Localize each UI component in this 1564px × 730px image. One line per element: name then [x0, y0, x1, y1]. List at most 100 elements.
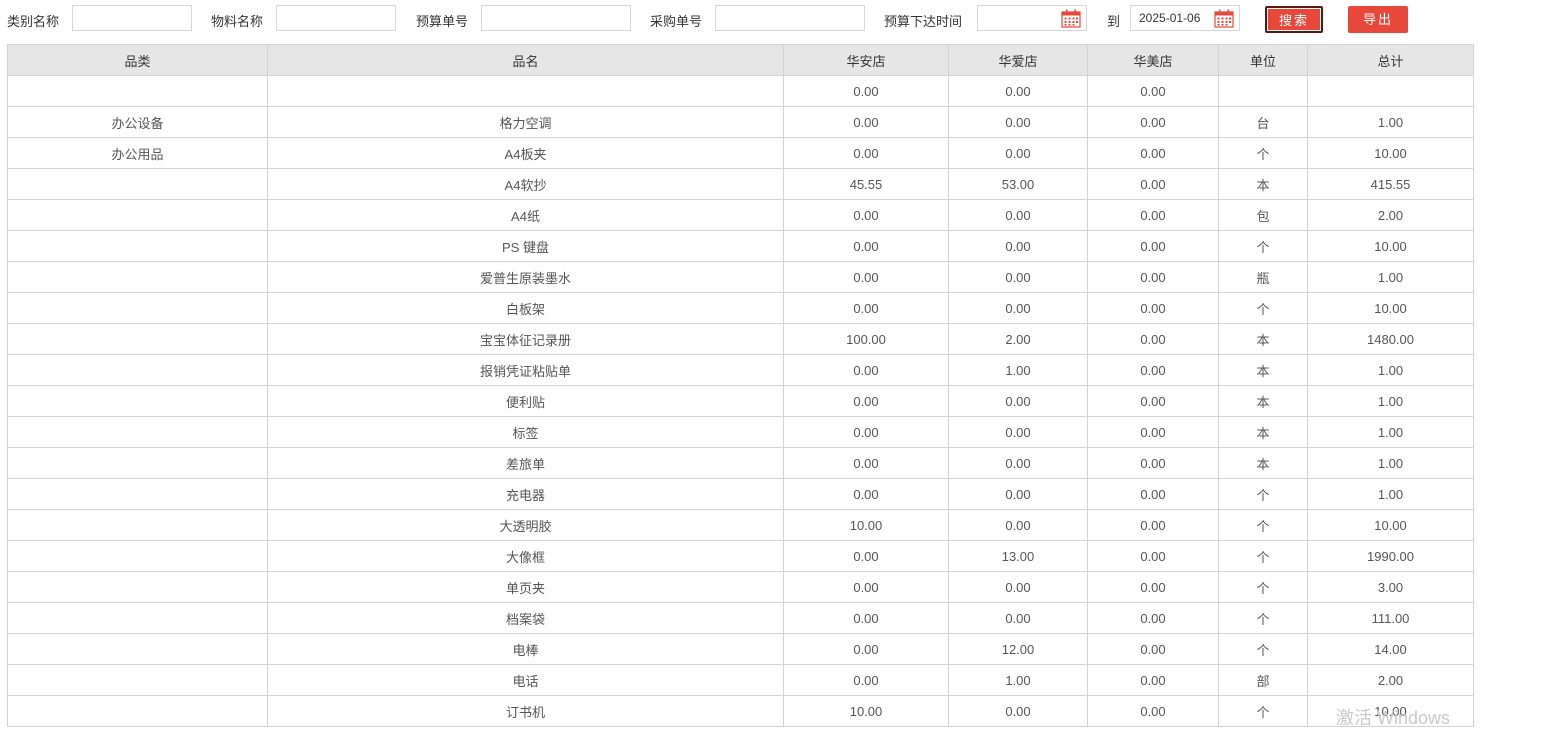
cell-item-name: 大像框	[267, 540, 784, 572]
cell-unit: 本	[1218, 385, 1308, 417]
cell-store-huamei: 0.00	[1087, 509, 1219, 541]
cell-item-name: 宝宝体征记录册	[267, 323, 784, 355]
table-header-row: 品类 品名 华安店 华爱店 华美店 单位 总计	[7, 44, 1474, 76]
cell-item-name: 差旅单	[267, 447, 784, 479]
cell-store-huamei: 0.00	[1087, 478, 1219, 510]
cell-category	[7, 633, 268, 665]
cell-item-name: 报销凭证粘贴单	[267, 354, 784, 386]
cell-total: 1480.00	[1307, 323, 1474, 355]
cell-unit: 个	[1218, 602, 1308, 634]
cell-store-huaan: 0.00	[783, 602, 949, 634]
category-input[interactable]	[72, 5, 192, 31]
budget-time-label: 预算下达时间	[884, 14, 963, 29]
header-store-huaan[interactable]: 华安店	[783, 44, 949, 76]
search-button[interactable]: 搜索	[1265, 6, 1323, 33]
cell-store-huaan: 100.00	[783, 323, 949, 355]
cell-unit: 个	[1218, 695, 1308, 727]
cell-total: 1.00	[1307, 416, 1474, 448]
budget-no-label: 预算单号	[416, 14, 469, 29]
cell-store-huaai: 0.00	[948, 571, 1088, 603]
cell-store-huamei: 0.00	[1087, 230, 1219, 262]
table-row: A4软抄 45.55 53.00 0.00 本 415.55	[7, 168, 1474, 200]
cell-category: 办公用品	[7, 137, 268, 169]
cell-category	[7, 571, 268, 603]
cell-category: 办公设备	[7, 106, 268, 138]
cell-unit: 瓶	[1218, 261, 1308, 293]
table-row: 电话 0.00 1.00 0.00 部 2.00	[7, 664, 1474, 696]
cell-total: 1.00	[1307, 106, 1474, 138]
cell-total: 1990.00	[1307, 540, 1474, 572]
header-unit[interactable]: 单位	[1218, 44, 1308, 76]
material-label: 物料名称	[211, 14, 264, 29]
budget-no-input[interactable]	[481, 5, 631, 31]
cell-store-huaai: 0.00	[948, 230, 1088, 262]
summary-table: 品类 品名 华安店 华爱店 华美店 单位 总计 0.00 0.00 0.00 办公设备…	[7, 44, 1474, 727]
cell-store-huamei: 0.00	[1087, 354, 1219, 386]
cell-store-huaan: 0.00	[783, 571, 949, 603]
calendar-icon[interactable]	[1061, 9, 1081, 28]
cell-category	[7, 354, 268, 386]
cell-unit: 个	[1218, 478, 1308, 510]
cell-store-huaan: 0.00	[783, 385, 949, 417]
cell-store-huaai: 0.00	[948, 385, 1088, 417]
calendar-icon[interactable]	[1214, 9, 1234, 28]
cell-store-huaan: 0.00	[783, 478, 949, 510]
header-store-huaai[interactable]: 华爱店	[948, 44, 1088, 76]
cell-item-name: 格力空调	[267, 106, 784, 138]
cell-item-name: 档案袋	[267, 602, 784, 634]
cell-item-name: 便利贴	[267, 385, 784, 417]
cell-item-name: 充电器	[267, 478, 784, 510]
cell-category	[7, 478, 268, 510]
cell-unit	[1218, 75, 1308, 107]
cell-store-huaai: 0.00	[948, 416, 1088, 448]
header-store-huamei[interactable]: 华美店	[1087, 44, 1219, 76]
table-row: 便利贴 0.00 0.00 0.00 本 1.00	[7, 385, 1474, 417]
cell-category	[7, 540, 268, 572]
cell-store-huamei: 0.00	[1087, 447, 1219, 479]
cell-store-huaai: 53.00	[948, 168, 1088, 200]
table-row: 0.00 0.00 0.00	[7, 75, 1474, 107]
category-label: 类别名称	[7, 14, 60, 29]
cell-total: 1.00	[1307, 354, 1474, 386]
purchase-no-input[interactable]	[715, 5, 865, 31]
cell-unit: 部	[1218, 664, 1308, 696]
cell-unit: 个	[1218, 230, 1308, 262]
to-label: 到	[1107, 14, 1121, 29]
cell-unit: 本	[1218, 416, 1308, 448]
cell-item-name: 标签	[267, 416, 784, 448]
cell-store-huamei: 0.00	[1087, 416, 1219, 448]
cell-store-huaai: 12.00	[948, 633, 1088, 665]
cell-store-huamei: 0.00	[1087, 385, 1219, 417]
table-row: A4纸 0.00 0.00 0.00 包 2.00	[7, 199, 1474, 231]
cell-item-name: 订书机	[267, 695, 784, 727]
cell-total: 111.00	[1307, 602, 1474, 634]
cell-item-name: 大透明胶	[267, 509, 784, 541]
material-input[interactable]	[276, 5, 396, 31]
header-category[interactable]: 品类	[7, 44, 268, 76]
table-row: 电棒 0.00 12.00 0.00 个 14.00	[7, 633, 1474, 665]
cell-total: 415.55	[1307, 168, 1474, 200]
cell-total: 10.00	[1307, 292, 1474, 324]
header-item-name[interactable]: 品名	[267, 44, 784, 76]
header-total[interactable]: 总计	[1307, 44, 1474, 76]
cell-store-huamei: 0.00	[1087, 292, 1219, 324]
cell-item-name: 单页夹	[267, 571, 784, 603]
cell-store-huaan: 0.00	[783, 540, 949, 572]
cell-category	[7, 323, 268, 355]
cell-store-huaan: 10.00	[783, 695, 949, 727]
cell-store-huaan: 0.00	[783, 230, 949, 262]
cell-total: 1.00	[1307, 385, 1474, 417]
cell-store-huamei: 0.00	[1087, 602, 1219, 634]
cell-unit: 本	[1218, 354, 1308, 386]
cell-category	[7, 199, 268, 231]
table-row: 办公设备 格力空调 0.00 0.00 0.00 台 1.00	[7, 106, 1474, 138]
cell-store-huaai: 0.00	[948, 695, 1088, 727]
cell-store-huaan: 0.00	[783, 106, 949, 138]
export-button[interactable]: 导出	[1348, 6, 1408, 33]
cell-total: 14.00	[1307, 633, 1474, 665]
cell-item-name: 爱普生原装墨水	[267, 261, 784, 293]
cell-store-huaan: 0.00	[783, 664, 949, 696]
cell-item-name: A4板夹	[267, 137, 784, 169]
cell-store-huaai: 0.00	[948, 199, 1088, 231]
cell-item-name: 电棒	[267, 633, 784, 665]
